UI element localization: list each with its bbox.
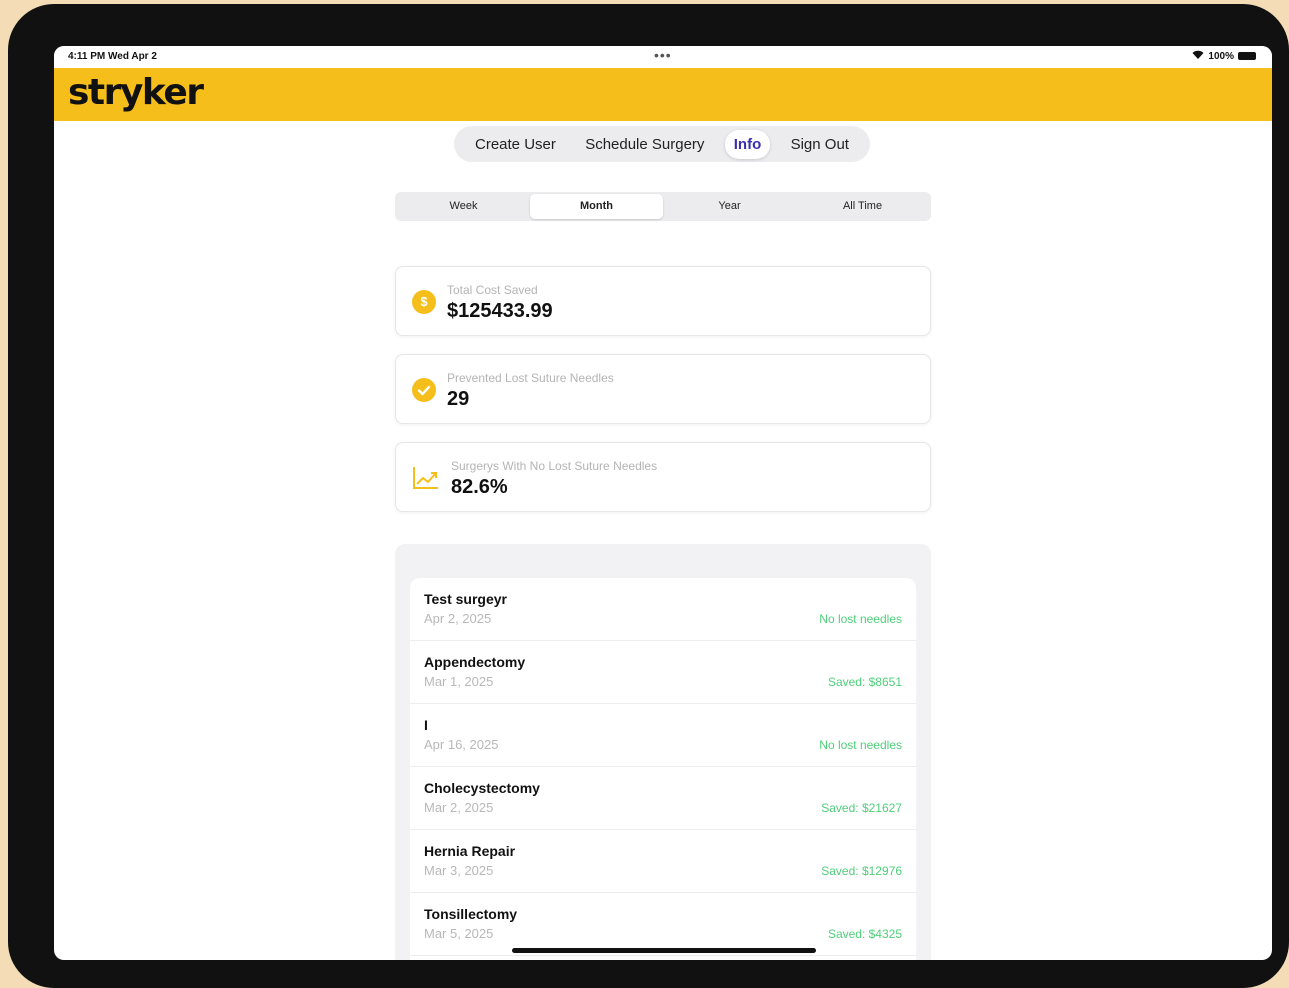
surgery-date: Mar 5, 2025 <box>424 926 494 941</box>
surgery-row[interactable]: Hernia Repair Mar 3, 2025 Saved: $12976 <box>410 830 916 893</box>
stat-value: 29 <box>447 388 470 410</box>
stat-label: Prevented Lost Suture Needles <box>447 371 614 385</box>
surgery-status: Saved: $12976 <box>821 864 902 878</box>
stryker-logo: stryker <box>68 72 204 113</box>
surgery-row[interactable]: Test surgeyr Apr 2, 2025 No lost needles <box>410 578 916 641</box>
stat-card-prevented-needles: Prevented Lost Suture Needles 29 <box>395 354 931 424</box>
surgery-name: Appendectomy <box>424 654 526 670</box>
surgery-status: Saved: $8651 <box>827 675 902 689</box>
nav-schedule-surgery[interactable]: Schedule Surgery <box>576 130 713 159</box>
multitask-dots-icon[interactable]: ••• <box>654 47 672 63</box>
tab-week[interactable]: Week <box>397 194 530 219</box>
surgery-date: Apr 2, 2025 <box>424 611 492 626</box>
surgery-name: Hernia Repair <box>424 843 516 859</box>
wifi-icon <box>1192 50 1204 62</box>
surgery-row[interactable]: I Apr 16, 2025 No lost needles <box>410 704 916 767</box>
nav-info[interactable]: Info <box>724 129 771 159</box>
checkmark-circle-icon <box>412 378 436 402</box>
surgery-name: Test surgeyr <box>424 591 507 607</box>
surgery-list[interactable]: Test surgeyr Apr 2, 2025 No lost needles… <box>410 578 916 960</box>
battery-icon <box>1238 52 1256 60</box>
tab-year[interactable]: Year <box>663 194 796 219</box>
nav-sign-out[interactable]: Sign Out <box>782 130 858 159</box>
home-indicator[interactable] <box>512 948 816 953</box>
chart-trend-icon <box>412 465 440 491</box>
surgery-list-container: Test surgeyr Apr 2, 2025 No lost needles… <box>395 544 931 960</box>
surgery-row[interactable]: Appendectomy Mar 1, 2025 Saved: $8651 <box>410 641 916 704</box>
ipad-frame: 4:11 PM Wed Apr 2 ••• 100% stryker Creat… <box>8 4 1289 988</box>
app-screen: 4:11 PM Wed Apr 2 ••• 100% stryker Creat… <box>54 46 1272 960</box>
surgery-name: I <box>424 717 428 733</box>
surgery-date: Mar 1, 2025 <box>424 674 494 689</box>
surgery-date: Mar 2, 2025 <box>424 800 494 815</box>
stat-label: Surgerys With No Lost Suture Needles <box>451 459 658 473</box>
surgery-row[interactable]: Tonsillectomy Mar 5, 2025 Saved: $4325 <box>410 893 916 956</box>
surgery-name: Cholecystectomy <box>424 780 540 796</box>
surgery-status: No lost needles <box>819 612 902 626</box>
surgery-date: Mar 3, 2025 <box>424 863 494 878</box>
stat-card-no-lost-needles: Surgerys With No Lost Suture Needles 82.… <box>395 442 931 512</box>
stat-value: 82.6% <box>451 476 508 498</box>
battery-percent: 100% <box>1208 50 1234 62</box>
stat-value: $125433.99 <box>447 300 553 322</box>
status-bar: 4:11 PM Wed Apr 2 ••• 100% <box>54 46 1272 68</box>
surgery-status: No lost needles <box>819 738 902 752</box>
surgery-name: Tonsillectomy <box>424 906 518 922</box>
tab-all-time[interactable]: All Time <box>796 194 929 219</box>
surgery-status: Saved: $4325 <box>827 927 902 941</box>
app-header: stryker <box>54 68 1272 121</box>
status-time: 4:11 PM Wed Apr 2 <box>68 51 157 62</box>
surgery-row[interactable]: Cholecystectomy Mar 2, 2025 Saved: $2162… <box>410 767 916 830</box>
surgery-date: Apr 16, 2025 <box>424 737 499 752</box>
dollar-coin-icon: $ <box>412 290 436 314</box>
surgery-status: Saved: $21627 <box>821 801 902 815</box>
status-right: 100% <box>1192 50 1256 62</box>
top-navigation: Create User Schedule Surgery Info Sign O… <box>454 126 870 162</box>
nav-create-user[interactable]: Create User <box>466 130 565 159</box>
tab-month[interactable]: Month <box>530 194 663 219</box>
stat-card-cost-saved: $ Total Cost Saved $125433.99 <box>395 266 931 336</box>
period-segmented-control: Week Month Year All Time <box>395 192 931 221</box>
stat-label: Total Cost Saved <box>447 283 538 297</box>
